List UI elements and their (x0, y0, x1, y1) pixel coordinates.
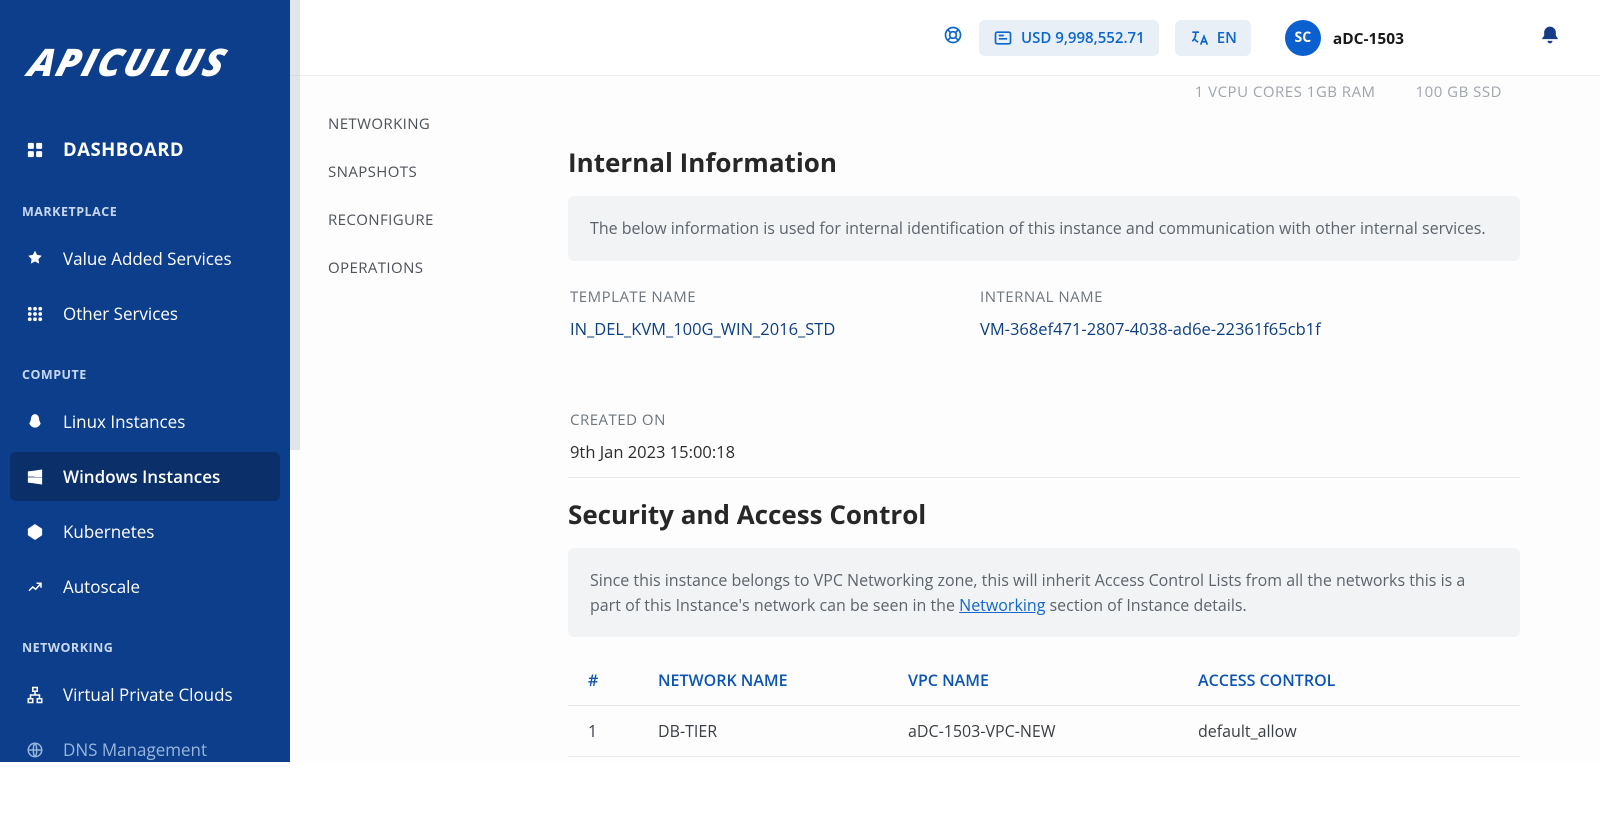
topbar: USD 9,998,552.71 EN SC aDC-1503 (290, 0, 1600, 76)
cell-network: DB-TIER (638, 706, 888, 757)
sidebar-item-label: Virtual Private Clouds (63, 683, 233, 706)
network-table: # NETWORK NAME VPC NAME ACCESS CONTROL 1… (568, 655, 1520, 757)
linux-icon (24, 411, 45, 432)
section-title-security: Security and Access Control (568, 496, 1520, 532)
sidebar-item-vpc[interactable]: Virtual Private Clouds (10, 670, 280, 719)
addon-icon (24, 248, 45, 269)
sidebar-scrollbar[interactable] (290, 0, 300, 450)
sidebar-item-label: Autoscale (63, 575, 140, 598)
help-icon[interactable] (943, 25, 963, 50)
sidebar-item-autoscale[interactable]: Autoscale (10, 562, 280, 611)
notifications-icon[interactable] (1540, 25, 1560, 50)
dashboard-icon (24, 139, 45, 160)
sidebar-item-label: DNS Management (63, 738, 207, 761)
sidebar-item-dashboard[interactable]: DASHBOARD (10, 124, 280, 175)
tab-reconfigure[interactable]: RECONFIGURE (328, 196, 560, 244)
internal-name-label: INTERNAL NAME (980, 287, 1321, 307)
cell-vpc: aDC-1503-VPC-NEW (888, 706, 1178, 757)
table-row: 1 DB-TIER aDC-1503-VPC-NEW default_allow (568, 706, 1520, 757)
language-pill[interactable]: EN (1175, 20, 1251, 56)
sidebar-item-label: Firewalls and Security (63, 793, 234, 816)
config-disk: 100 GB SSD (1416, 82, 1502, 102)
instance-subtabs: NETWORKING SNAPSHOTS RECONFIGURE OPERATI… (290, 76, 560, 762)
tab-networking[interactable]: NETWORKING (328, 100, 560, 148)
created-value: 9th Jan 2023 15:00:18 (570, 440, 735, 463)
section-title-internal: Internal Information (568, 144, 1520, 180)
sidebar-item-windows[interactable]: Windows Instances (10, 452, 280, 501)
page-body: 1 VCPU CORES 1GB RAM 100 GB SSD Internal… (560, 76, 1600, 762)
cell-index: 1 (568, 706, 638, 757)
account[interactable]: SC aDC-1503 (1285, 20, 1404, 56)
sidebar-item-label: DASHBOARD (63, 137, 184, 162)
col-network: NETWORK NAME (638, 655, 888, 706)
networking-link[interactable]: Networking (959, 594, 1045, 616)
sidebar-item-vas[interactable]: Value Added Services (10, 234, 280, 283)
globe-icon (24, 739, 45, 760)
account-name: aDC-1503 (1333, 27, 1404, 49)
config-cpu: 1 VCPU CORES 1GB RAM (1195, 82, 1376, 102)
tab-operations[interactable]: OPERATIONS (328, 244, 560, 292)
shield-icon (24, 794, 45, 815)
sidebar-item-label: Kubernetes (63, 520, 154, 543)
col-acl: ACCESS CONTROL (1178, 655, 1520, 706)
config-summary: 1 VCPU CORES 1GB RAM 100 GB SSD (568, 82, 1520, 126)
sidebar-item-label: Other Services (63, 302, 178, 325)
balance-value: USD 9,998,552.71 (1021, 28, 1145, 48)
created-label: CREATED ON (570, 410, 735, 430)
network-icon (24, 684, 45, 705)
brand-logo: APICULUS (0, 8, 290, 118)
pager: Showing Rows per Page « First| ‹ Prev| 1… (568, 757, 1520, 762)
sidebar-item-firewalls[interactable]: Firewalls and Security (10, 780, 280, 829)
sidebar-section-networking: NETWORKING (0, 617, 290, 664)
kubernetes-icon (24, 521, 45, 542)
col-index: # (568, 655, 638, 706)
sidebar-item-label: Linux Instances (63, 410, 185, 433)
windows-icon (24, 466, 45, 487)
sidebar-item-kubernetes[interactable]: Kubernetes (10, 507, 280, 556)
template-value: IN_DEL_KVM_100G_WIN_2016_STD (570, 317, 910, 340)
sidebar-item-label: Windows Instances (63, 465, 220, 488)
sidebar-section-compute: COMPUTE (0, 344, 290, 391)
sidebar-section-marketplace: MARKETPLACE (0, 181, 290, 228)
col-vpc: VPC NAME (888, 655, 1178, 706)
security-info-card: Since this instance belongs to VPC Netwo… (568, 548, 1520, 638)
sidebar: APICULUS DASHBOARD MARKETPLACE Value Add… (0, 0, 290, 762)
template-label: TEMPLATE NAME (570, 287, 910, 307)
autoscale-icon (24, 576, 45, 597)
avatar: SC (1285, 20, 1321, 56)
sidebar-item-dns[interactable]: DNS Management (10, 725, 280, 774)
balance-pill[interactable]: USD 9,998,552.71 (979, 20, 1159, 56)
sidebar-item-other-services[interactable]: Other Services (10, 289, 280, 338)
cell-acl: default_allow (1178, 706, 1520, 757)
sidebar-item-label: Value Added Services (63, 247, 232, 270)
grid-icon (24, 303, 45, 324)
internal-name-value: VM-368ef471-2807-4038-ad6e-22361f65cb1f (980, 317, 1321, 340)
tab-snapshots[interactable]: SNAPSHOTS (328, 148, 560, 196)
internal-info-card: The below information is used for intern… (568, 196, 1520, 261)
language-value: EN (1217, 28, 1237, 48)
sidebar-item-linux[interactable]: Linux Instances (10, 397, 280, 446)
